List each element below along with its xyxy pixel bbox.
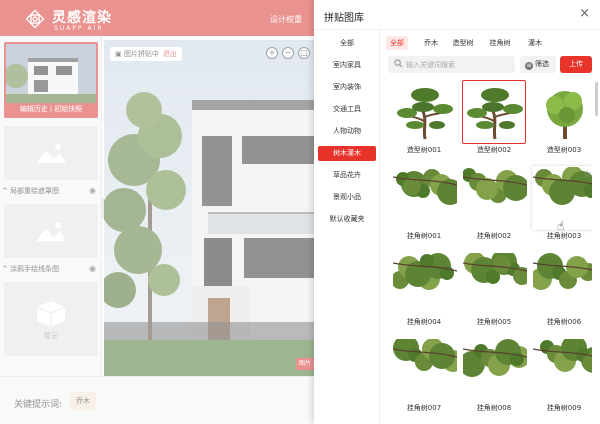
asset-card[interactable]: 挂角树006 [530, 252, 592, 332]
asset-name: 挂角树003 [546, 232, 582, 240]
category-item[interactable]: 室内装饰 [318, 80, 376, 95]
upload-button[interactable]: 上传 [560, 56, 592, 73]
category-item[interactable]: 室内家具 [318, 58, 376, 73]
dim-overlay[interactable] [0, 0, 314, 424]
category-item[interactable]: 全部 [318, 36, 376, 51]
category-item[interactable]: 人物动物 [318, 124, 376, 139]
filter-tab[interactable]: 造型树 [448, 36, 478, 50]
asset-thumbnail[interactable] [391, 252, 458, 316]
asset-name: 挂角树001 [406, 232, 442, 240]
asset-name: 造型树001 [406, 146, 442, 154]
asset-thumbnail[interactable] [392, 80, 456, 144]
tree-image [530, 253, 592, 290]
asset-card[interactable]: 造型树002 [462, 80, 526, 160]
asset-card[interactable]: 挂角树005 [462, 249, 531, 332]
asset-name: 挂角树009 [546, 404, 582, 412]
category-item[interactable]: 默认收藏夹 [318, 212, 376, 227]
filter-tab[interactable]: 灌木 [524, 36, 546, 50]
tree-image [392, 169, 463, 205]
search-input[interactable] [406, 57, 511, 72]
favorite-star-icon[interactable]: ☆ [583, 169, 592, 180]
asset-thumbnail[interactable] [462, 249, 531, 316]
filter-tab[interactable]: 挂角树 [484, 36, 516, 50]
filter-button-label: 筛选 [535, 60, 549, 68]
category-item[interactable]: 树木灌木 [318, 146, 376, 161]
asset-thumbnail[interactable] [392, 166, 463, 230]
tree-image [467, 88, 523, 140]
asset-name: 挂角树005 [476, 318, 512, 326]
asset-card[interactable]: 挂角树004 [391, 252, 458, 332]
category-item[interactable]: 景观小品 [318, 190, 376, 205]
asset-thumbnail[interactable] [392, 335, 464, 402]
category-item[interactable]: 交通工具 [318, 102, 376, 117]
asset-name: 挂角树008 [476, 404, 512, 412]
asset-card[interactable]: ☆ ☝ 挂角树003 [532, 166, 592, 246]
asset-card[interactable]: 挂角树001 [392, 166, 463, 246]
asset-name: 造型树002 [476, 146, 512, 154]
asset-card[interactable]: 挂角树009 [532, 335, 592, 418]
tree-image [459, 339, 530, 377]
scrollbar[interactable] [595, 82, 598, 116]
asset-name: 挂角树004 [406, 318, 442, 326]
modal-header: 拼贴图库 × [314, 0, 600, 30]
tree-image [397, 88, 453, 140]
tree-image [462, 249, 531, 285]
asset-thumbnail[interactable] [462, 166, 529, 230]
category-item[interactable]: 草品花卉 [318, 168, 376, 183]
asset-thumbnail[interactable] [459, 338, 530, 402]
filter-tab[interactable]: 全部 [386, 36, 408, 50]
close-icon[interactable]: × [579, 7, 590, 21]
asset-grid: 造型树001 造型树002 造型树003 挂角树001 挂角树002 ☆ ☝ 挂角树003 挂角… [386, 78, 592, 424]
filter-tabs: 全部 乔木 造型树 挂角树 灌木 [386, 36, 600, 50]
asset-card[interactable]: 挂角树008 [459, 338, 530, 418]
asset-name: 挂角树007 [406, 404, 442, 412]
asset-card[interactable]: 挂角树002 [462, 166, 529, 246]
asset-card[interactable]: 挂角树007 [392, 335, 464, 418]
search-icon [394, 59, 403, 68]
asset-thumbnail[interactable] [462, 80, 526, 144]
asset-name: 挂角树006 [546, 318, 582, 326]
tree-image [546, 91, 583, 139]
asset-name: 造型树003 [546, 146, 582, 154]
tree-image [532, 335, 592, 373]
search-box[interactable] [388, 56, 515, 73]
tree-image [462, 168, 529, 203]
tree-image [392, 335, 464, 372]
asset-thumbnail[interactable] [532, 335, 592, 402]
filter-button[interactable]: ≡ 筛选 [520, 56, 556, 73]
filter-icon: ≡ [525, 62, 533, 70]
tree-image [391, 253, 458, 290]
category-nav: 全部室内家具室内装饰交通工具人物动物树木灌木草品花卉景观小品默认收藏夹 [314, 30, 380, 424]
asset-card[interactable]: 造型树001 [392, 80, 456, 160]
asset-card[interactable]: 造型树003 [532, 80, 592, 160]
collage-library-panel: 拼贴图库 × 全部 室内家具 室内装饰 交通工具 人物动物 树木灌木 草品花卉 景观小品 默认收… [314, 0, 600, 424]
asset-thumbnail[interactable]: ☆ ☝ [532, 166, 592, 233]
filter-tab[interactable]: 乔木 [420, 36, 442, 50]
asset-name: 挂角树002 [476, 232, 512, 240]
asset-thumbnail[interactable] [530, 252, 592, 316]
modal-title: 拼贴图库 [324, 13, 364, 24]
asset-thumbnail[interactable] [532, 80, 592, 144]
